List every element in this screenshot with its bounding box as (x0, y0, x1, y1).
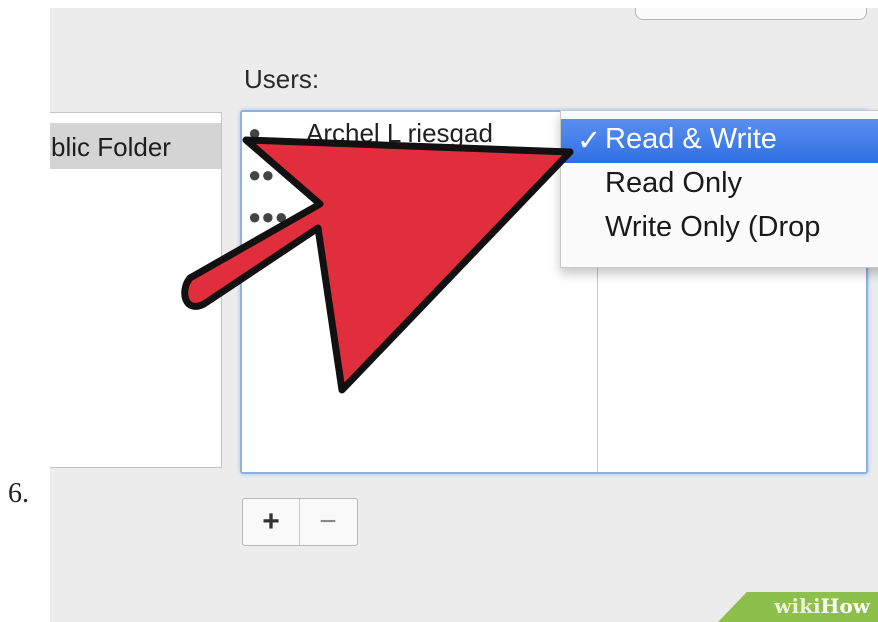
red-arrow-overlay (181, 136, 574, 394)
step-number: 6. (8, 478, 29, 509)
red-arrow-icon (181, 136, 574, 394)
sharing-dialog: : Users: blic Folder ● Archel L riesgad … (50, 8, 878, 622)
watermark-how: How (820, 594, 870, 618)
watermark-wiki: wiki (774, 594, 821, 618)
wikihow-watermark: wikiHow (774, 594, 870, 618)
